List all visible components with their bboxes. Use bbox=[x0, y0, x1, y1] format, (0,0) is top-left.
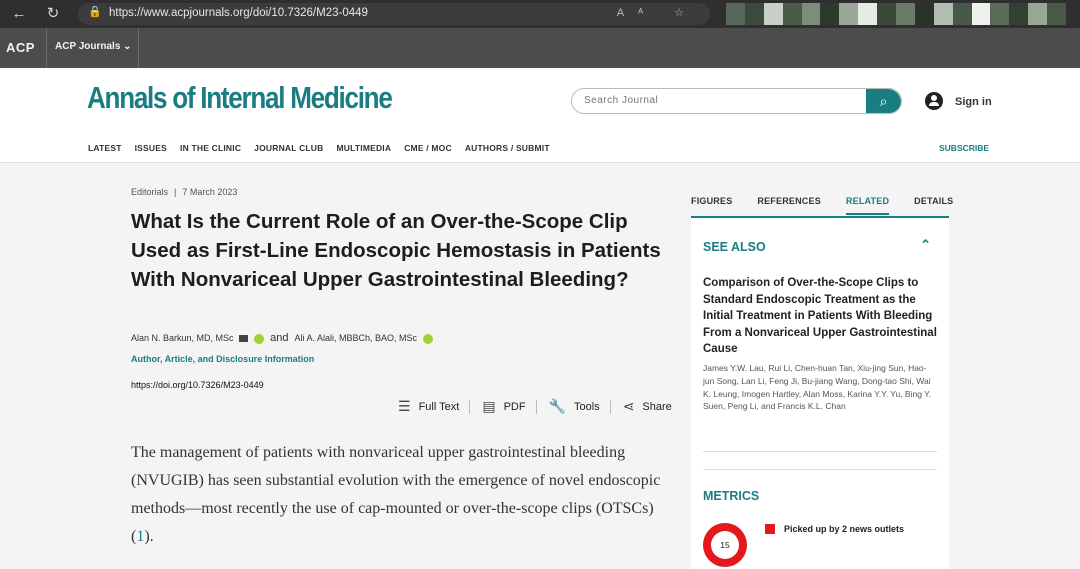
url-text: https://www.acpjournals.org/doi/10.7326/… bbox=[109, 7, 368, 19]
article-tools: ☰ Full Text ▤ PDF 🔧 Tools ⋖ Share bbox=[398, 398, 682, 415]
search-button[interactable]: ⌕ bbox=[866, 89, 901, 113]
acp-logo[interactable]: ACP bbox=[6, 40, 35, 55]
reader-icon[interactable]: Aᴬ ☆ bbox=[617, 6, 698, 19]
divider bbox=[703, 451, 937, 452]
chevron-down-icon: ⌄ bbox=[123, 41, 132, 52]
orcid-icon[interactable] bbox=[253, 333, 264, 344]
body-end: ). bbox=[144, 528, 154, 545]
divider bbox=[703, 469, 937, 470]
acp-topbar: ACP ACP Journals ⌄ bbox=[0, 28, 1080, 68]
chevron-up-icon[interactable]: ⌃ bbox=[920, 237, 931, 253]
wrench-icon: 🔧 bbox=[548, 398, 566, 414]
tools-button[interactable]: Tools bbox=[574, 401, 600, 413]
user-icon[interactable] bbox=[925, 92, 943, 110]
body-paragraph: The management of patients with nonvaric… bbox=[131, 444, 661, 545]
subscribe-link[interactable]: SUBSCRIBE bbox=[939, 143, 989, 153]
nav-journal-club[interactable]: JOURNAL CLUB bbox=[254, 143, 323, 153]
search-input[interactable] bbox=[584, 95, 854, 106]
divider bbox=[46, 28, 47, 68]
see-also-heading: SEE ALSO bbox=[703, 240, 766, 254]
tab-details[interactable]: DETAILS bbox=[914, 196, 953, 215]
article-body: The management of patients with nonvaric… bbox=[131, 439, 676, 551]
journal-logo[interactable]: Annals of Internal Medicine bbox=[87, 80, 393, 116]
acp-journals-menu[interactable]: ACP Journals ⌄ bbox=[55, 41, 132, 52]
article-meta: Editorials | 7 March 2023 bbox=[131, 187, 238, 197]
pdf-button[interactable]: PDF bbox=[504, 401, 526, 413]
article-type[interactable]: Editorials bbox=[131, 187, 168, 197]
nav-issues[interactable]: ISSUES bbox=[135, 143, 167, 153]
search-box: ⌕ bbox=[571, 88, 902, 114]
related-authors: James Y.W. Lau, Rui Li, Chen-huan Tan, X… bbox=[703, 363, 932, 412]
tab-references[interactable]: REFERENCES bbox=[757, 196, 821, 215]
nav-authors-submit[interactable]: AUTHORS / SUBMIT bbox=[465, 143, 550, 153]
divider bbox=[609, 399, 611, 414]
divider bbox=[138, 28, 139, 68]
nav-multimedia[interactable]: MULTIMEDIA bbox=[336, 143, 391, 153]
disclosure-link[interactable]: Author, Article, and Disclosure Informat… bbox=[131, 354, 314, 364]
search-icon: ⌕ bbox=[879, 93, 888, 109]
tab-figures[interactable]: FIGURES bbox=[691, 196, 732, 215]
nav-latest[interactable]: LATEST bbox=[88, 143, 122, 153]
site-header: Annals of Internal Medicine ⌕ Sign in LA… bbox=[0, 68, 1080, 163]
author-name[interactable]: Alan N. Barkun, MD, MSc bbox=[131, 333, 234, 343]
orcid-icon[interactable] bbox=[422, 333, 433, 344]
signin-link[interactable]: Sign in bbox=[955, 96, 992, 108]
article-title: What Is the Current Role of an Over-the-… bbox=[131, 210, 661, 291]
news-outlets-label: Picked up by 2 news outlets bbox=[784, 524, 905, 534]
back-arrow-icon[interactable]: ← bbox=[9, 4, 29, 24]
divider bbox=[469, 399, 471, 414]
and-text: and bbox=[270, 332, 289, 344]
metrics-heading: METRICS bbox=[703, 489, 760, 503]
full-text-button[interactable]: Full Text bbox=[419, 401, 460, 413]
refresh-icon[interactable]: ↻ bbox=[43, 4, 63, 24]
address-bar[interactable]: 🔒 https://www.acpjournals.org/doi/10.732… bbox=[78, 3, 710, 25]
mail-icon[interactable] bbox=[239, 335, 249, 343]
nav-cme-moc[interactable]: CME / MOC bbox=[404, 143, 452, 153]
altmetric-score: 15 bbox=[711, 531, 739, 559]
nav-in-the-clinic[interactable]: IN THE CLINIC bbox=[180, 143, 241, 153]
related-panel: SEE ALSO ⌃ Comparison of Over-the-Scope … bbox=[691, 216, 949, 569]
lock-icon: 🔒 bbox=[88, 6, 102, 18]
author-name[interactable]: Ali A. Alali, MBBCh, BAO, MSc bbox=[294, 333, 417, 343]
tab-related[interactable]: RELATED bbox=[845, 196, 890, 215]
full-text-icon: ☰ bbox=[398, 398, 411, 414]
browser-toolbar: ← ↻ 🔒 https://www.acpjournals.org/doi/10… bbox=[0, 0, 1080, 28]
sidebar-tabs: FIGURES REFERENCES RELATED DETAILS bbox=[691, 196, 978, 215]
extension-icons bbox=[726, 3, 1067, 25]
authors-line: Alan N. Barkun, MD, MSc and Ali A. Alali… bbox=[131, 332, 433, 344]
share-button[interactable]: Share bbox=[642, 401, 671, 413]
altmetric-badge[interactable]: 15 bbox=[703, 523, 747, 567]
related-article-link[interactable]: Comparison of Over-the-Scope Clips to St… bbox=[703, 275, 939, 358]
pdf-icon: ▤ bbox=[482, 398, 496, 414]
share-icon: ⋖ bbox=[622, 398, 635, 414]
divider bbox=[535, 399, 537, 414]
doi-link[interactable]: https://doi.org/10.7326/M23-0449 bbox=[131, 380, 264, 390]
main-nav: LATEST ISSUES IN THE CLINIC JOURNAL CLUB… bbox=[88, 143, 563, 153]
news-legend-square bbox=[765, 524, 775, 534]
article-date: 7 March 2023 bbox=[182, 187, 238, 197]
